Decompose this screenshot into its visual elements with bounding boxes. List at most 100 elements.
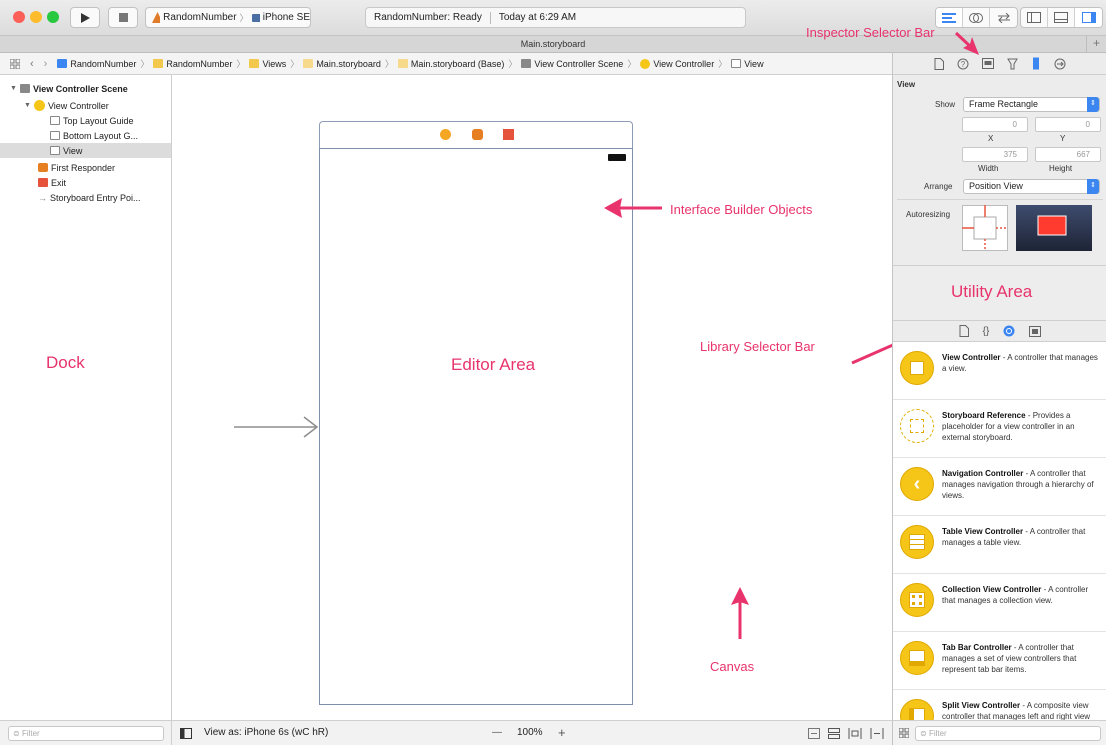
zoom-window-button[interactable] (47, 11, 59, 23)
library-item[interactable]: Collection View Controller - A controlle… (893, 574, 1106, 632)
library-selector-annotation: Library Selector Bar (700, 339, 815, 354)
inspector-selector-bar: ? (893, 53, 1106, 75)
tab-bar-controller-icon (900, 641, 934, 675)
view-icon (50, 146, 60, 155)
library-item[interactable]: Tab Bar Controller - A controller that m… (893, 632, 1106, 690)
toggle-utilities-button[interactable] (1075, 8, 1102, 27)
outline-item-entry-point[interactable]: → Storyboard Entry Poi... (38, 190, 141, 205)
library-item[interactable]: Split View Controller - A composite view… (893, 690, 1106, 720)
toggle-debug-area-button[interactable] (1048, 8, 1075, 27)
folder-icon (249, 59, 260, 68)
outline-filter-input[interactable]: ⊜ Filter (8, 726, 164, 741)
code-snippet-library-icon[interactable]: {} (983, 326, 990, 337)
new-tab-button[interactable]: + (1086, 36, 1106, 52)
y-field[interactable]: 0 (1035, 117, 1101, 132)
grid-view-icon[interactable] (899, 728, 909, 738)
svg-text:?: ? (961, 60, 966, 69)
outline-item-exit[interactable]: Exit (38, 175, 66, 190)
autoresizing-preview (1016, 205, 1092, 251)
outline-item-first-responder[interactable]: First Responder (38, 160, 115, 175)
entry-point-arrow[interactable] (232, 415, 322, 439)
crumb-project[interactable]: RandomNumber (57, 59, 136, 69)
run-button[interactable] (70, 7, 100, 28)
crumb-storyboard[interactable]: Main.storyboard (303, 59, 381, 69)
pin-icon[interactable] (870, 728, 884, 739)
quick-help-icon[interactable]: ? (957, 58, 969, 70)
file-template-library-icon[interactable] (959, 325, 969, 337)
y-label: Y (1060, 134, 1066, 143)
crumb-group[interactable]: RandomNumber (153, 59, 232, 69)
size-inspector-icon[interactable] (1031, 57, 1041, 70)
zoom-out-button[interactable]: — (492, 727, 502, 738)
minimize-window-button[interactable] (30, 11, 42, 23)
attributes-inspector-icon[interactable] (1007, 58, 1018, 70)
disclosure-triangle-icon[interactable]: ▼ (10, 85, 17, 92)
x-field[interactable]: 0 (962, 117, 1028, 132)
outline-item-view-controller[interactable]: ▼ View Controller (24, 98, 109, 113)
crumb-label: View (744, 58, 764, 69)
view-icon (731, 59, 742, 68)
stop-button[interactable] (108, 7, 138, 28)
connections-inspector-icon[interactable] (1054, 58, 1066, 70)
chevron-right-icon: 〉 (140, 59, 150, 69)
scheme-selector[interactable]: RandomNumber 〉 iPhone SE (145, 7, 311, 28)
identity-inspector-icon[interactable] (982, 58, 994, 69)
stop-icon (118, 13, 128, 22)
crumb-scene[interactable]: View Controller Scene (521, 59, 623, 69)
update-frames-icon[interactable] (808, 728, 820, 739)
zoom-in-button[interactable]: + (558, 725, 566, 740)
file-inspector-icon[interactable] (934, 57, 944, 70)
show-popup[interactable]: Frame Rectangle ⇕ (963, 97, 1100, 112)
exit-icon[interactable] (503, 129, 514, 140)
chevron-updown-icon: ⇕ (1087, 97, 1099, 112)
arrange-popup[interactable]: Position View ⇕ (963, 179, 1100, 194)
outline-item-view[interactable]: View (0, 143, 171, 158)
scene-icon (19, 84, 30, 93)
library-item[interactable]: Storyboard Reference - Provides a placeh… (893, 400, 1106, 458)
first-responder-icon[interactable] (472, 129, 483, 140)
library-filter-input[interactable]: ⊜ Filter (915, 726, 1101, 741)
media-library-icon[interactable] (1029, 325, 1042, 337)
close-window-button[interactable] (13, 11, 25, 23)
assistant-editor-button[interactable] (963, 8, 990, 27)
view-as-device-button[interactable]: View as: iPhone 6s (wC hR) (204, 727, 328, 738)
view-controller-icon[interactable] (440, 129, 451, 140)
outline-label: Storyboard Entry Poi... (50, 192, 141, 203)
filter-placeholder: Filter (21, 729, 40, 738)
utilities-panel-icon (1081, 12, 1096, 23)
autoresizing-mask-control[interactable] (962, 205, 1008, 251)
library-item[interactable]: View Controller - A controller that mana… (893, 342, 1106, 400)
library-item[interactable]: Table View Controller - A controller tha… (893, 516, 1106, 574)
chevron-right-icon: 〉 (384, 59, 394, 69)
outline-item-top-layout-guide[interactable]: Top Layout Guide (50, 113, 134, 128)
crumb-label: View Controller Scene (534, 58, 624, 69)
project-icon (57, 59, 68, 68)
activity-status: RandomNumber: Ready Today at 6:29 AM (365, 7, 746, 28)
chevron-right-icon: 〉 (236, 59, 246, 69)
forward-button[interactable]: › (44, 58, 48, 70)
related-items-icon[interactable] (10, 58, 20, 69)
back-button[interactable]: ‹ (30, 58, 34, 70)
toggle-navigator-button[interactable] (1021, 8, 1048, 27)
view-controller-icon (33, 100, 45, 111)
outline-item-bottom-layout-guide[interactable]: Bottom Layout G... (50, 128, 138, 143)
crumb-views[interactable]: Views (249, 59, 286, 69)
outline-item-scene[interactable]: ▼ View Controller Scene (10, 81, 128, 96)
crumb-storyboard-base[interactable]: Main.storyboard (Base) (397, 59, 504, 69)
toggle-outline-icon[interactable] (180, 728, 192, 739)
height-field[interactable]: 667 (1035, 147, 1101, 162)
view-controller-canvas[interactable] (319, 148, 633, 705)
ib-objects-annotation: Interface Builder Objects (670, 202, 813, 217)
align-icon[interactable] (848, 728, 862, 739)
tab-main-storyboard[interactable]: Main.storyboard (521, 39, 586, 49)
width-field[interactable]: 375 (962, 147, 1028, 162)
object-library-icon[interactable] (1003, 325, 1015, 337)
crumb-view-controller[interactable]: View Controller (640, 58, 714, 69)
library-item[interactable]: ‹ Navigation Controller - A controller t… (893, 458, 1106, 516)
version-editor-button[interactable] (990, 8, 1017, 27)
stack-icon[interactable] (828, 728, 840, 739)
disclosure-triangle-icon[interactable]: ▼ (24, 102, 31, 109)
editor-area[interactable]: Editor Area Interface Builder Objects Ca… (172, 75, 912, 720)
crumb-view[interactable]: View (731, 58, 764, 69)
standard-editor-button[interactable] (936, 8, 963, 27)
